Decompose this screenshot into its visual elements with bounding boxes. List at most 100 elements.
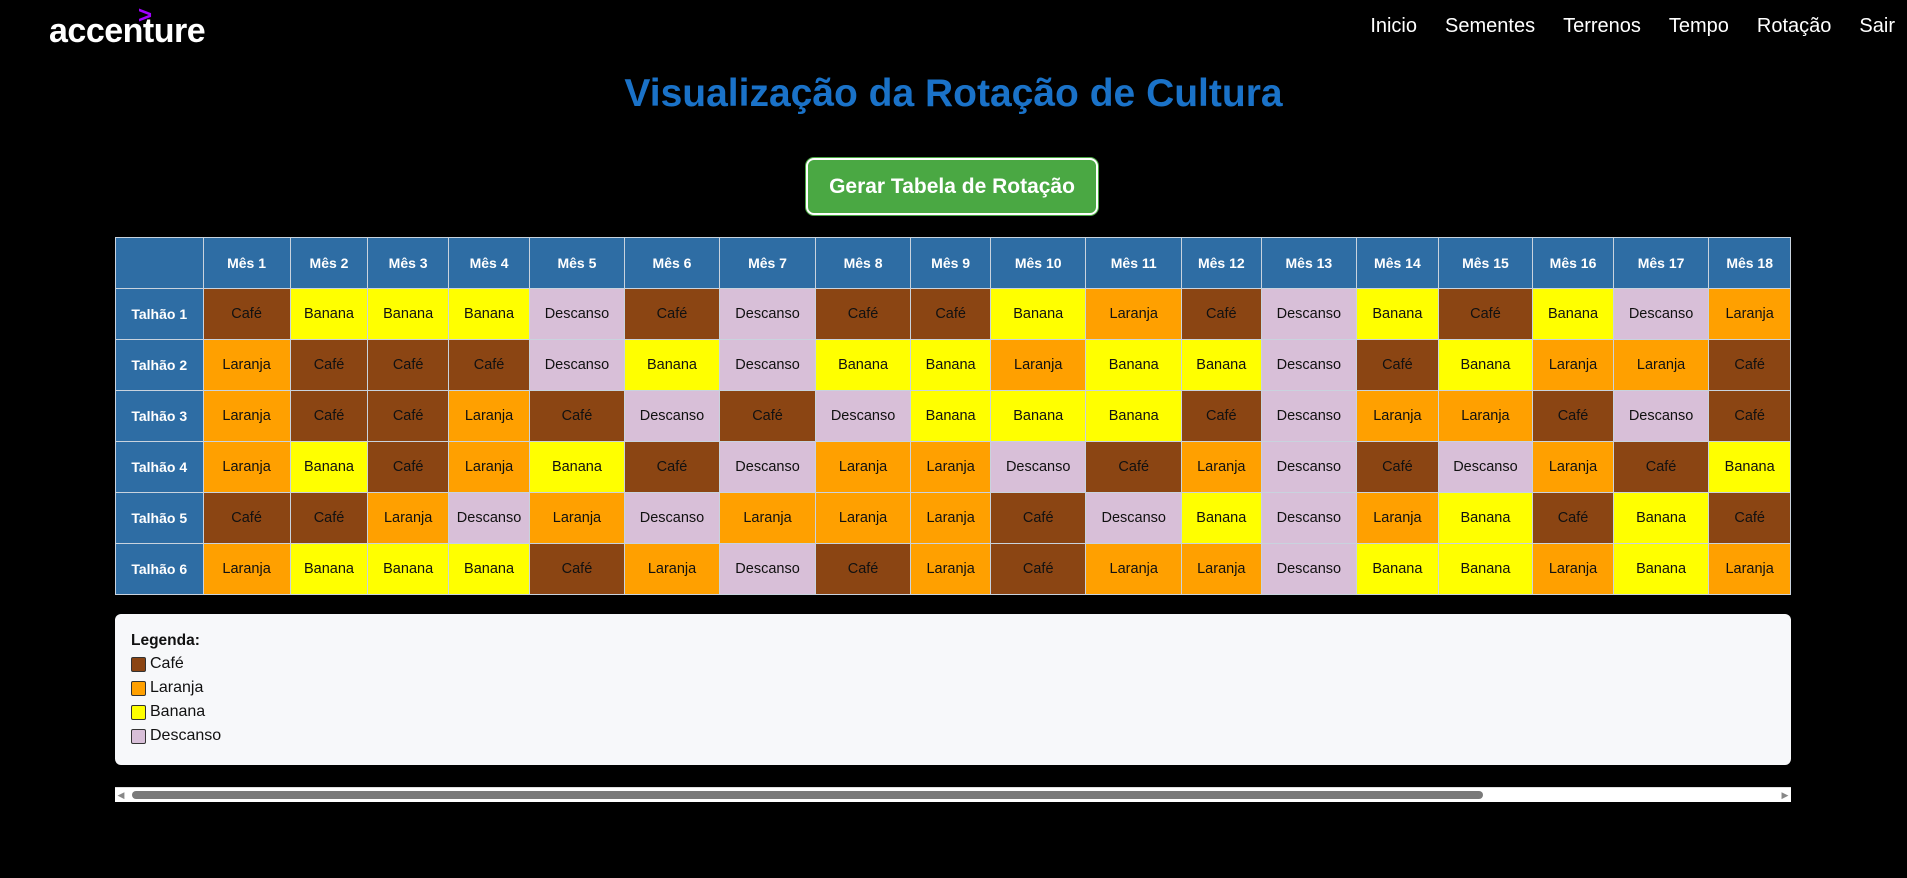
- crop-cell: Laranja: [202, 441, 291, 493]
- nav-inicio[interactable]: Inicio: [1370, 15, 1417, 38]
- legend-swatch: [131, 680, 146, 696]
- month-header: Mês 3: [367, 237, 449, 289]
- plot-label: Talhão 3: [115, 390, 204, 442]
- crop-cell: Café: [1181, 288, 1262, 340]
- crop-cell: Café: [289, 390, 369, 442]
- crop-cell: Banana: [447, 543, 531, 595]
- legend-item: Descanso: [131, 727, 221, 745]
- crop-cell: Café: [1708, 492, 1791, 544]
- crop-cell: Banana: [989, 288, 1087, 340]
- month-header: Mês 4: [447, 237, 531, 289]
- top-nav: Inicio Sementes Terrenos Tempo Rotação S…: [1342, 15, 1895, 38]
- crop-cell: Café: [623, 441, 721, 493]
- month-header: Mês 6: [623, 237, 721, 289]
- legend-label: Laranja: [150, 679, 204, 696]
- crop-cell: Café: [910, 288, 991, 340]
- month-header: Mês 15: [1437, 237, 1534, 289]
- crop-cell: Descanso: [529, 339, 625, 391]
- crop-cell: Café: [202, 492, 291, 544]
- crop-cell: Descanso: [1085, 492, 1182, 544]
- generate-rotation-button[interactable]: Gerar Tabela de Rotação: [806, 158, 1098, 215]
- legend-label: Café: [150, 655, 184, 672]
- crop-cell: Descanso: [623, 390, 721, 442]
- horizontal-scrollbar[interactable]: ◀ ▶: [115, 787, 1791, 802]
- nav-sair[interactable]: Sair: [1859, 15, 1895, 38]
- crop-cell: Descanso: [1260, 543, 1358, 595]
- crop-cell: Café: [289, 492, 369, 544]
- crop-cell: Descanso: [989, 441, 1087, 493]
- crop-cell: Laranja: [447, 441, 531, 493]
- crop-cell: Laranja: [814, 492, 912, 544]
- month-header: Mês 1: [202, 237, 291, 289]
- crop-cell: Café: [623, 288, 721, 340]
- crop-cell: Laranja: [447, 390, 531, 442]
- crop-cell: Café: [1532, 390, 1614, 442]
- month-header: Mês 5: [529, 237, 625, 289]
- month-header: Mês 2: [289, 237, 369, 289]
- crop-cell: Banana: [289, 543, 369, 595]
- crop-cell: Café: [529, 543, 625, 595]
- crop-cell: Banana: [1356, 543, 1439, 595]
- scrollbar-thumb[interactable]: [132, 791, 1483, 799]
- plot-label: Talhão 6: [115, 543, 204, 595]
- crop-cell: Descanso: [1612, 288, 1710, 340]
- crop-cell: Laranja: [1181, 441, 1262, 493]
- crop-cell: Café: [367, 339, 449, 391]
- page-title: Visualização da Rotação de Cultura: [624, 72, 1283, 115]
- crop-cell: Banana: [447, 288, 531, 340]
- crop-cell: Banana: [529, 441, 625, 493]
- crop-cell: Laranja: [1181, 543, 1262, 595]
- crop-cell: Banana: [367, 288, 449, 340]
- nav-rotacao[interactable]: Rotação: [1757, 15, 1832, 38]
- crop-cell: Laranja: [1708, 543, 1791, 595]
- crop-cell: Laranja: [202, 339, 291, 391]
- crop-cell: Descanso: [719, 441, 816, 493]
- crop-cell: Café: [1085, 441, 1182, 493]
- crop-cell: Café: [1356, 441, 1439, 493]
- logo-mark: >: [138, 2, 152, 29]
- legend-item: Laranja: [131, 679, 203, 697]
- crop-cell: Laranja: [1356, 390, 1439, 442]
- crop-cell: Café: [989, 492, 1087, 544]
- crop-cell: Descanso: [1260, 390, 1358, 442]
- crop-cell: Descanso: [1260, 339, 1358, 391]
- table-row: Talhão 2 Laranja Café Café Café Descanso Banan…: [115, 339, 1791, 391]
- crop-cell: Banana: [623, 339, 721, 391]
- crop-cell: Café: [1181, 390, 1262, 442]
- legend-swatch: [131, 728, 146, 744]
- crop-cell: Banana: [910, 339, 991, 391]
- crop-cell: Banana: [1181, 339, 1262, 391]
- crop-cell: Laranja: [367, 492, 449, 544]
- crop-cell: Banana: [1085, 339, 1182, 391]
- crop-cell: Descanso: [1260, 441, 1358, 493]
- table-row: Talhão 3 Laranja Café Café Laranja Café Descan…: [115, 390, 1791, 442]
- scroll-right-arrow-icon[interactable]: ▶: [1779, 789, 1791, 801]
- crop-cell: Banana: [1708, 441, 1791, 493]
- crop-cell: Descanso: [719, 288, 816, 340]
- crop-cell: Banana: [367, 543, 449, 595]
- accenture-logo[interactable]: accenture >: [49, 2, 206, 51]
- legend-item: Café: [131, 655, 184, 673]
- crop-cell: Laranja: [623, 543, 721, 595]
- month-header: Mês 11: [1085, 237, 1182, 289]
- plot-label: Talhão 2: [115, 339, 204, 391]
- crop-cell: Descanso: [447, 492, 531, 544]
- crop-cell: Café: [447, 339, 531, 391]
- crop-cell: Banana: [910, 390, 991, 442]
- nav-tempo[interactable]: Tempo: [1669, 15, 1729, 38]
- crop-cell: Laranja: [1437, 390, 1534, 442]
- crop-cell: Café: [367, 441, 449, 493]
- legend-swatch: [131, 656, 146, 672]
- crop-cell: Descanso: [529, 288, 625, 340]
- crop-cell: Café: [1437, 288, 1534, 340]
- plot-label: Talhão 5: [115, 492, 204, 544]
- crop-cell: Banana: [1612, 543, 1710, 595]
- crop-cell: Laranja: [1532, 441, 1614, 493]
- nav-terrenos[interactable]: Terrenos: [1563, 15, 1641, 38]
- table-row: Talhão 4 Laranja Banana Café Laranja Banana Ca…: [115, 441, 1791, 493]
- nav-sementes[interactable]: Sementes: [1445, 15, 1535, 38]
- crop-cell: Descanso: [623, 492, 721, 544]
- month-header: Mês 13: [1260, 237, 1358, 289]
- crop-cell: Descanso: [1612, 390, 1710, 442]
- scroll-left-arrow-icon[interactable]: ◀: [115, 789, 127, 801]
